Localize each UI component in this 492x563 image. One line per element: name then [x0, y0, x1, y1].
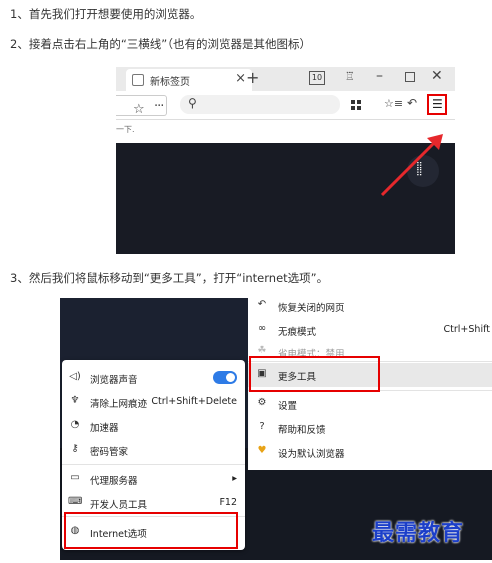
gear-icon: ⚙	[257, 397, 267, 408]
menu-item-accelerator[interactable]: ◔ 加速器	[62, 414, 245, 438]
thumb-icon: ♥	[257, 445, 267, 456]
broom-icon: ♆	[70, 395, 80, 406]
speedometer-icon: ◔	[70, 419, 80, 430]
internet-options-highlight-box	[64, 512, 238, 549]
red-arrow-icon	[380, 134, 443, 197]
menu-item-settings[interactable]: ⚙ 设置	[248, 392, 492, 416]
step-3-text: 3、然后我们将鼠标移动到“更多工具”，打开“internet选项”。	[10, 271, 329, 285]
devtools-icon: ⌨	[68, 496, 83, 507]
key-icon: ⚷	[71, 443, 79, 454]
mask-icon: ∞	[257, 323, 267, 334]
help-icon: ?	[259, 421, 265, 432]
watermark-logo: 最需教育	[372, 520, 465, 546]
divider	[62, 464, 245, 465]
more-tools-highlight-box	[249, 356, 380, 392]
menu-item-clear-history[interactable]: ♆ 清除上网痕迹 Ctrl+Shift+Delete	[62, 390, 245, 414]
leaf-icon: ☘	[257, 345, 267, 356]
undo-icon: ↶	[257, 299, 267, 310]
menu-item-default-browser[interactable]: ♥ 设为默认浏览器	[248, 440, 492, 464]
chevron-right-icon: ▸	[232, 473, 237, 484]
sound-toggle[interactable]	[213, 371, 237, 384]
browser-screenshot: 新标签页 × + 10 ♖ – ✕ ☆ ··· ⚲ ☆≡ ↶ ☰ 一下. ⠿ ⠿	[116, 67, 455, 254]
menu-item-proxy[interactable]: ▭ 代理服务器 ▸	[62, 467, 245, 491]
menu-item-incognito[interactable]: ∞ 无痕模式 Ctrl+Shift	[248, 318, 492, 342]
menu-item-password-manager[interactable]: ⚷ 密码管家	[62, 438, 245, 462]
speaker-icon: ◁)	[69, 371, 81, 382]
proxy-icon: ▭	[70, 472, 80, 483]
menu-item-restore[interactable]: ↶ 恢复关闭的网页	[248, 298, 492, 318]
menu-item-browser-sound[interactable]: ◁) 浏览器声音	[62, 366, 245, 390]
menu-item-help[interactable]: ? 帮助和反馈	[248, 416, 492, 440]
step-1-text: 1、首先我们打开想要使用的浏览器。	[10, 7, 202, 21]
step-2-text: 2、接着点击右上角的“三横线”（也有的浏览器是其他图标）	[10, 37, 311, 51]
